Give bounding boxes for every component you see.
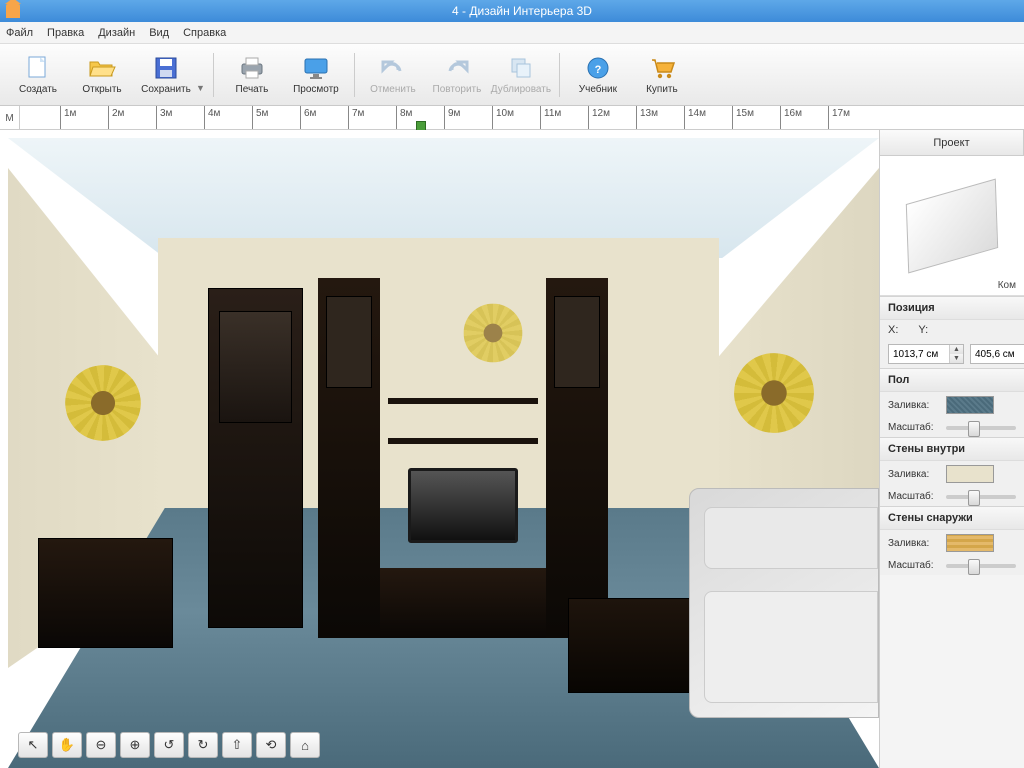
tab-project[interactable]: Проект (880, 130, 1024, 155)
label-fill: Заливка: (888, 400, 940, 411)
ruler-horizontal[interactable]: М 1м2м3м4м5м6м7м8м9м10м11м12м13м14м15м16… (0, 106, 1024, 130)
walk-fwd-tool[interactable]: ⇧ (222, 732, 252, 758)
redo-icon (443, 54, 471, 82)
menu-design[interactable]: Дизайн (98, 27, 135, 39)
toolbar: Создать Открыть Сохранить ▼ Печать Просм… (0, 44, 1024, 106)
furniture-cabinet-low[interactable] (38, 538, 173, 648)
tutorial-button[interactable]: ? Учебник (568, 48, 628, 102)
duplicate-icon (507, 54, 535, 82)
menu-edit[interactable]: Правка (47, 27, 84, 39)
new-file-icon (24, 54, 52, 82)
swatch-floor[interactable] (946, 396, 994, 414)
label-fill: Заливка: (888, 469, 940, 480)
spin-up-icon[interactable]: ▲ (950, 345, 963, 354)
pointer-tool[interactable]: ↖ (18, 732, 48, 758)
separator (213, 53, 214, 97)
swatch-walls-out[interactable] (946, 534, 994, 552)
view-toolbar: ↖ ✋ ⊖ ⊕ ↺ ↻ ⇧ ⟲ ⌂ (18, 732, 320, 758)
home-view-tool[interactable]: ⌂ (290, 732, 320, 758)
orbit-right-tool[interactable]: ↻ (188, 732, 218, 758)
redo-button[interactable]: Повторить (427, 48, 487, 102)
titlebar: 4 - Дизайн Интерьера 3D (0, 0, 1024, 22)
orbit-left-tool[interactable]: ↺ (154, 732, 184, 758)
swatch-walls-in[interactable] (946, 465, 994, 483)
furniture-wardrobe[interactable] (208, 288, 303, 628)
undo-button[interactable]: Отменить (363, 48, 423, 102)
svg-text:?: ? (595, 64, 602, 76)
label-y: Y: (918, 324, 928, 336)
slider-walls-in-scale[interactable] (946, 495, 1016, 499)
print-button[interactable]: Печать (222, 48, 282, 102)
separator (354, 53, 355, 97)
label-scale: Масштаб: (888, 422, 940, 433)
menu-view[interactable]: Вид (149, 27, 169, 39)
cart-icon (648, 54, 676, 82)
furniture-wall-unit[interactable] (318, 278, 608, 638)
save-icon (152, 54, 180, 82)
preview-caption: Ком (998, 280, 1016, 291)
label-scale: Масштаб: (888, 560, 940, 571)
help-icon: ? (584, 54, 612, 82)
menu-help[interactable]: Справка (183, 27, 226, 39)
furniture-tv[interactable] (408, 468, 518, 543)
undo-icon (379, 54, 407, 82)
zoom-in-tool[interactable]: ⊕ (120, 732, 150, 758)
panel-floor-header: Пол (880, 369, 1024, 392)
panel-walls-out: Стены снаружи Заливка: Масштаб: (880, 506, 1024, 575)
ruler-ticks: 1м2м3м4м5м6м7м8м9м10м11м12м13м14м15м16м1… (20, 106, 1024, 129)
panel-position-header: Позиция (880, 297, 1024, 320)
monitor-icon (302, 54, 330, 82)
label-x: X: (888, 324, 898, 336)
label-fill: Заливка: (888, 538, 940, 549)
input-y[interactable]: ▲▼ (970, 344, 1024, 364)
label-scale: Масштаб: (888, 491, 940, 502)
furniture-sofa[interactable] (689, 488, 879, 718)
ruler-unit: М (0, 106, 20, 130)
folder-open-icon (88, 54, 116, 82)
panel-walls-in-header: Стены внутри (880, 438, 1024, 461)
input-x[interactable]: ▲▼ (888, 344, 964, 364)
panel-walls-out-header: Стены снаружи (880, 507, 1024, 530)
preview-button[interactable]: Просмотр (286, 48, 346, 102)
properties-panel: Проект Ком Позиция X: Y: ▲▼ ▲▼ Пол Залив… (879, 130, 1024, 768)
zoom-out-tool[interactable]: ⊖ (86, 732, 116, 758)
save-button[interactable]: Сохранить (136, 48, 196, 102)
panel-position: Позиция X: Y: ▲▼ ▲▼ (880, 296, 1024, 368)
duplicate-button[interactable]: Дублировать (491, 48, 551, 102)
room (8, 138, 879, 768)
viewport[interactable]: ↖ ✋ ⊖ ⊕ ↺ ↻ ⇧ ⟲ ⌂ (0, 130, 879, 768)
scene-3d[interactable] (8, 138, 879, 768)
app-icon (6, 4, 20, 18)
spin-down-icon[interactable]: ▼ (950, 354, 963, 363)
walk-turn-tool[interactable]: ⟲ (256, 732, 286, 758)
separator (559, 53, 560, 97)
panel-walls-in: Стены внутри Заливка: Масштаб: (880, 437, 1024, 506)
open-button[interactable]: Открыть (72, 48, 132, 102)
side-tabs: Проект (880, 130, 1024, 156)
object-preview: Ком (880, 156, 1024, 296)
buy-button[interactable]: Купить (632, 48, 692, 102)
pan-tool[interactable]: ✋ (52, 732, 82, 758)
save-dropdown-icon[interactable]: ▼ (196, 57, 205, 93)
panel-floor: Пол Заливка: Масштаб: (880, 368, 1024, 437)
menu-file[interactable]: Файл (6, 27, 33, 39)
slider-walls-out-scale[interactable] (946, 564, 1016, 568)
preview-shape (906, 178, 998, 273)
printer-icon (238, 54, 266, 82)
slider-floor-scale[interactable] (946, 426, 1016, 430)
menubar: Файл Правка Дизайн Вид Справка (0, 22, 1024, 44)
new-button[interactable]: Создать (8, 48, 68, 102)
window-title: 4 - Дизайн Интерьера 3D (26, 4, 1018, 18)
